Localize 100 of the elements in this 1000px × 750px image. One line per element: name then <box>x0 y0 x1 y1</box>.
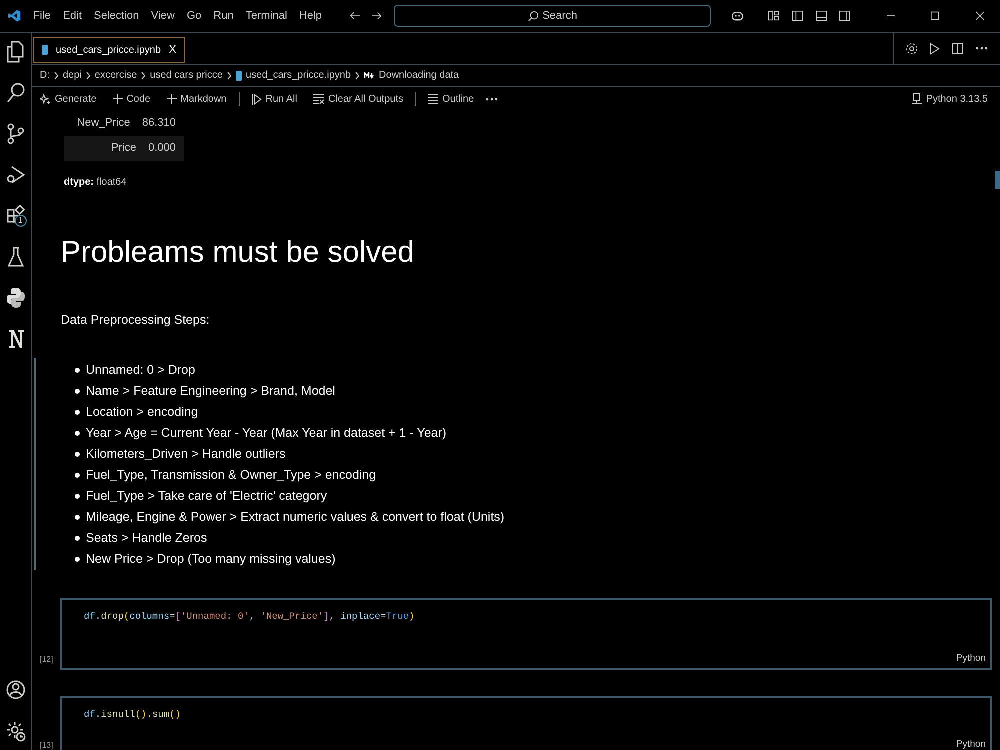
close-icon[interactable] <box>976 11 984 21</box>
search-icon <box>528 10 539 22</box>
more-icon[interactable] <box>486 98 498 100</box>
sparkle-icon <box>40 94 51 104</box>
code-line: df.drop(columns=['Unnamed: 0', 'New_Price'], inplace=True) <box>83 610 416 624</box>
chevron-icon <box>226 72 232 80</box>
toolbar-button[interactable]: Markdown <box>162 92 231 106</box>
breadcrumb-item[interactable]: excercise <box>94 68 138 83</box>
toolbar-button[interactable]: Clear All Outputs <box>309 92 408 106</box>
bullet-icon <box>75 388 80 394</box>
settings-icon[interactable] <box>6 720 26 742</box>
bullet-icon <box>75 368 80 373</box>
menu-item[interactable]: Run <box>214 8 234 24</box>
run-debug-icon[interactable] <box>6 164 26 186</box>
menu-item[interactable]: Selection <box>94 8 140 24</box>
panel-toggle-icon[interactable] <box>816 9 828 23</box>
run-icon[interactable] <box>930 42 940 54</box>
maximize-icon[interactable] <box>931 11 940 21</box>
notification-badge: 1 <box>14 215 26 227</box>
clear-outputs-icon <box>313 94 324 104</box>
bullet-icon <box>75 430 80 436</box>
menu-item[interactable]: Edit <box>63 8 82 24</box>
code-cell[interactable]: df.drop(columns=['Unnamed: 0', 'New_Price'], inplace=True) Python <box>60 598 992 670</box>
run-all-icon <box>252 94 262 104</box>
execution-count: [13] <box>40 740 54 750</box>
list-item-text: New Price > Drop (Too many missing values) <box>86 550 336 568</box>
forward-arrow-icon[interactable] <box>372 11 382 21</box>
breadcrumb-item[interactable]: used cars pricce <box>150 68 223 83</box>
list-item-text: Unnamed: 0 > Drop <box>86 362 196 379</box>
list-item-text: Seats > Handle Zeros <box>86 530 208 547</box>
secondary-sidebar-icon[interactable] <box>839 9 852 23</box>
list-item-text: Mileage, Engine & Power > Extract numeric values & convert to float (Units) <box>86 508 505 526</box>
list-item-text: Fuel_Type > Take care of 'Electric' category <box>86 488 328 505</box>
source-control-icon[interactable] <box>6 123 26 145</box>
account-icon[interactable] <box>6 679 26 701</box>
table-cell-text: 86.310 <box>142 116 177 132</box>
bullet-icon <box>75 556 80 562</box>
kernel-icon <box>912 93 922 105</box>
list-item-text: Location > encoding <box>86 404 198 421</box>
notebook-file-icon <box>42 45 48 55</box>
bullet-icon <box>75 472 80 478</box>
flask-icon[interactable] <box>6 246 26 268</box>
menu-item[interactable]: View <box>151 8 175 24</box>
breadcrumb-item[interactable]: D: <box>40 68 50 83</box>
markdown-heading: Probleams must be solved <box>61 235 416 271</box>
toolbar-button[interactable]: Code <box>108 92 155 106</box>
tab-label: used_cars_pricce.ipynb <box>56 44 162 58</box>
back-arrow-icon[interactable] <box>350 11 360 21</box>
outline-icon <box>428 94 438 104</box>
breadcrumb-item[interactable]: depi <box>63 68 82 83</box>
cell-language-label[interactable]: Python <box>956 738 990 750</box>
search-icon[interactable] <box>6 82 26 104</box>
bullet-icon <box>75 452 80 457</box>
chevron-icon <box>86 72 91 80</box>
menu-item[interactable]: Terminal <box>246 8 288 24</box>
bullet-icon <box>75 514 80 520</box>
list-item-text: Name > Feature Engineering > Brand, Model <box>86 382 336 400</box>
scrollbar-thumb[interactable] <box>995 171 1000 189</box>
bullet-icon <box>75 536 80 541</box>
breadcrumb-item[interactable]: used_cars_pricce.ipynb <box>246 68 352 83</box>
table-cell: Price <box>64 136 148 161</box>
more-icon[interactable] <box>976 47 988 50</box>
table-cell: 0.000 <box>148 136 184 161</box>
execution-count: [12] <box>40 654 54 666</box>
sidebar-toggle-icon[interactable] <box>792 9 804 23</box>
table-cell-text: New_Price <box>76 116 132 132</box>
python-icon[interactable] <box>6 287 26 309</box>
code-cell[interactable]: df.isnull().sum() Python <box>60 696 992 750</box>
chevron-icon <box>355 72 360 80</box>
search-field[interactable]: Search <box>394 5 711 27</box>
breadcrumb-item[interactable]: Downloading data <box>379 68 460 83</box>
chevron-icon <box>141 72 146 80</box>
toolbar-button[interactable]: Run All <box>248 92 302 106</box>
split-editor-icon[interactable] <box>952 42 964 54</box>
menu-item[interactable]: Help <box>299 8 322 24</box>
explorer-icon[interactable] <box>6 41 26 63</box>
plus-icon <box>112 94 123 104</box>
vscode-logo-icon <box>8 8 22 24</box>
dtype-text: dtype: float64 <box>64 176 127 190</box>
code-line: df.isnull().sum() <box>83 708 182 722</box>
cell-language-label[interactable]: Python <box>956 652 990 668</box>
menu-item[interactable]: Go <box>186 8 202 24</box>
layout-icon[interactable] <box>768 9 780 23</box>
markdown-icon <box>364 72 376 79</box>
copilot-icon[interactable] <box>731 9 744 23</box>
plus-icon <box>166 94 177 104</box>
toolbar-button[interactable]: Outline <box>424 92 478 106</box>
settings-icon[interactable] <box>906 42 918 54</box>
kernel-picker[interactable]: Python 3.13.5 <box>926 92 988 106</box>
bullet-icon <box>75 494 80 499</box>
menu-item[interactable]: File <box>33 8 52 24</box>
markdown-text: Data Preprocessing Steps: <box>61 312 211 329</box>
toolbar-button[interactable]: Generate <box>36 92 101 106</box>
list-item-text: Fuel_Type, Transmission & Owner_Type > encoding <box>86 466 376 484</box>
list-item-text: Kilometers_Driven > Handle outliers <box>86 446 286 463</box>
bullet-icon <box>75 410 80 415</box>
tab-close-button[interactable]: X <box>169 42 176 58</box>
search-placeholder: Search <box>542 8 578 24</box>
editor-tab[interactable]: used_cars_pricce.ipynb X <box>33 37 186 63</box>
notebook-file-icon <box>236 70 242 80</box>
